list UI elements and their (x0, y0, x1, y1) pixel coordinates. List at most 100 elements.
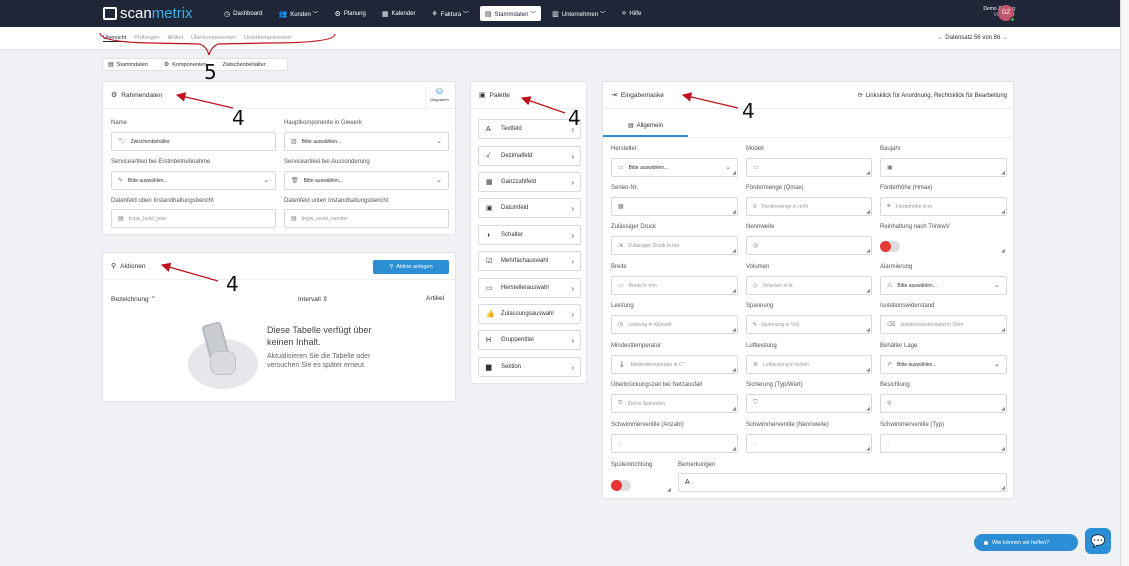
col-bezeichnung[interactable]: Bezeichnung ⌃ (111, 295, 156, 303)
annotation-number: 4 (232, 106, 245, 130)
nav-kalender[interactable]: ▦ Kalender (377, 7, 421, 21)
isolation-field[interactable]: ⌫ Isolationswiderstand in Ohm ◢ (880, 315, 1007, 334)
alarmierung-select[interactable]: ⚠ Bitte auswählen... ⌄ (880, 276, 1007, 295)
avatar[interactable]: DZ (998, 5, 1015, 22)
nav-planung[interactable]: ⚙ Planung (330, 7, 371, 21)
behaelter-lage-select[interactable]: ✐ Bitte auswählen... ⌄ (880, 355, 1007, 374)
bemerkungen-field[interactable]: A ◢ (678, 473, 1007, 492)
toggle-icon: ◑ (486, 231, 491, 239)
palette-item-dezimalfeld[interactable]: √ Dezimalfeld › (478, 146, 581, 166)
leistung-label: Leistung (611, 303, 634, 309)
factory-icon: ▭ (486, 285, 493, 292)
palette-item-ganzzahlfeld[interactable]: ▦ Ganzzahlfeld › (478, 172, 581, 192)
baujahr-label: Baujahr (880, 146, 901, 152)
schwimmer-anzahl-label: Schwimmerventile (Anzahl) (611, 422, 684, 428)
chevron-right-icon: › (571, 151, 574, 161)
seriennr-field[interactable]: ▦ ◢ (611, 197, 738, 216)
volumen-field[interactable]: ◇ Volumen in ltr ◢ (746, 276, 872, 295)
resize-handle-icon: ◢ (1001, 446, 1005, 452)
palette-item-datumfeld[interactable]: ▣ Datumfeld › (478, 198, 581, 218)
thumbs-up-icon: 👍 (486, 311, 495, 318)
faktura-icon: ⚘ (431, 10, 438, 18)
tab-ueberkomponenten[interactable]: Überkomponenten (191, 35, 236, 42)
float-icon: ◌ (887, 440, 891, 447)
resize-handle-icon: ◢ (1001, 327, 1005, 333)
resize-handle-icon: ◢ (866, 248, 870, 254)
palette-item-mehrfachauswahl[interactable]: ☑ Mehrfachauswahl › (478, 251, 581, 271)
nav-kunden[interactable]: 👥 Kunden ﹀ (273, 6, 323, 21)
sicherung-field[interactable]: ⛉ ◢ (746, 394, 872, 413)
schwimmer-typ-field[interactable]: ◌ ◢ (880, 434, 1007, 453)
palette-item-gruppentitel[interactable]: H Gruppentitel › (478, 330, 581, 350)
tab-pruefungen[interactable]: Prüfungen (134, 35, 159, 42)
help-chat-button[interactable]: Wie können wir helfen? (974, 534, 1078, 551)
breite-field[interactable]: ▭ Breite in mm ◢ (611, 276, 738, 295)
hersteller-select[interactable]: ▭ Bitte auswählen... ⌄ ◢ (611, 158, 738, 177)
baujahr-field[interactable]: ▣ ◢ (880, 158, 1007, 177)
serviceartikel-erst-select[interactable]: ✎ Bitte auswählen... ⌄ (111, 171, 276, 190)
tab-uebersicht[interactable]: Übersicht (103, 35, 127, 42)
card-icon: ▭ (753, 165, 759, 171)
gear-icon: ⚙ (111, 92, 118, 99)
users-icon: 👥 (278, 10, 288, 18)
annotation-number: 5 (204, 60, 217, 84)
resize-handle-icon: ◢ (732, 209, 736, 215)
foerderhoehe-field[interactable]: ⩧ Förderhöhe in m ◢ (880, 197, 1007, 216)
planung-icon: ⚙ (334, 10, 341, 18)
eingabemaske-hint: ⟳ Linksklick für Anordnung, Rechtsklick f… (857, 93, 1007, 99)
palette-item-textfeld[interactable]: A Textfeld › (478, 119, 581, 139)
leistung-field[interactable]: ◷ Leistung in Kilowatt ◢ (611, 315, 738, 334)
nav-faktura[interactable]: ⚘ Faktura ﹀ (427, 6, 474, 21)
circle-icon: ◎ (753, 243, 759, 249)
nav-hilfe[interactable]: ⟡ Hilfe (617, 7, 647, 21)
tab-allgemein[interactable]: ▤ Allgemein (603, 116, 688, 137)
spannung-field[interactable]: ϟ Spannung in Volt ◢ (746, 315, 872, 334)
breadcrumb-stammdaten[interactable]: ▤ Stammdaten (108, 61, 156, 69)
behaelter-lage-label: Behälter Lage (880, 343, 918, 349)
diagram-button[interactable]: ⛁ Diagramm (425, 87, 453, 109)
col-intervall[interactable]: Intervall ⇕ (298, 295, 328, 303)
schwimmer-nennweite-field[interactable]: ◌ ◢ (746, 434, 872, 453)
palette-item-zulassungsauswahl[interactable]: 👍 Zulassungsauswahl › (478, 304, 581, 324)
tab-artikel[interactable]: Artikel (168, 35, 183, 42)
chevron-down-icon: ⌄ (263, 177, 269, 184)
zul-druck-label: Zulässiger Druck (611, 224, 657, 230)
page-scrollbar[interactable] (1120, 0, 1129, 566)
logo[interactable]: scan metrix (103, 5, 207, 22)
palette-item-sektion[interactable]: ▆ Sektion › (478, 357, 581, 377)
besichtung-field[interactable]: ⚲ ◢ (880, 394, 1007, 413)
sqrt-icon: √ (486, 152, 490, 160)
nennweite-label: Nennweite (746, 224, 775, 230)
modell-field[interactable]: ▭ ◢ (746, 158, 872, 177)
foerdermenge-field[interactable]: ≡ Fördermenge in m³/h ◢ (746, 197, 872, 216)
grid-icon: ▦ (486, 179, 493, 186)
zul-druck-field[interactable]: ⇲ Zulässiger Druck in bar ◢ (611, 236, 738, 255)
mindesttemp-field[interactable]: 🌡 Mindesttemperatur in C° ◢ (611, 355, 738, 374)
nennweite-field[interactable]: ◎ ◢ (746, 236, 872, 255)
schwimmer-anzahl-field[interactable]: ◌ ◢ (611, 434, 738, 453)
compass-icon: ✐ (887, 362, 893, 368)
spuelrichtung-toggle[interactable] (611, 480, 631, 491)
palette-item-schalter[interactable]: ◑ Schalter › (478, 225, 581, 245)
datenfeld-oben-field[interactable]: ▤ bcpw_build_year (111, 209, 276, 228)
col-artikel[interactable]: Artikel (426, 295, 444, 302)
datenfeld-unten-field[interactable]: ▤ bcpw_serial_number (284, 209, 449, 228)
luftleistung-field[interactable]: ≋ Luftleistung in ltr/min ◢ (746, 355, 872, 374)
tab-unterkomponenten[interactable]: Unterkomponenten (244, 35, 291, 42)
luftleistung-label: Luftleistung (746, 343, 777, 349)
volumen-label: Volumen (746, 264, 770, 270)
chevron-down-icon: ⌄ (436, 138, 442, 145)
nav-dashboard[interactable]: ◷ Dashboard (219, 7, 267, 21)
chat-bubble-icon[interactable]: 💬 (1085, 528, 1111, 554)
reinhaltung-toggle[interactable] (880, 241, 900, 252)
hauptkomponente-select[interactable]: ▥ Bitte auswählen... ⌄ (284, 132, 449, 151)
serviceartikel-auss-select[interactable]: 🗑 Bitte auswählen... ⌄ (284, 171, 449, 190)
add-aktion-button[interactable]: ⚲ Aktion anlegen (373, 260, 449, 274)
record-pager[interactable]: ← Datensatz 56 von 86 → (938, 35, 1008, 41)
ueberbrueckung-field[interactable]: ⏲ Zeit in Sekunden ◢ (611, 394, 738, 413)
nav-stammdaten[interactable]: ▤ Stammdaten ﹀ (479, 6, 542, 21)
foerderhoehe-label: Förderhöhe (Hmax) (880, 185, 933, 191)
name-field[interactable]: 🏷 Zwischenbehälter (111, 132, 276, 151)
nav-unternehmen[interactable]: ▥ Unternehmen ﹀ (547, 6, 611, 21)
palette-item-herstellerauswahl[interactable]: ▭ Herstellerauswahl › (478, 278, 581, 298)
